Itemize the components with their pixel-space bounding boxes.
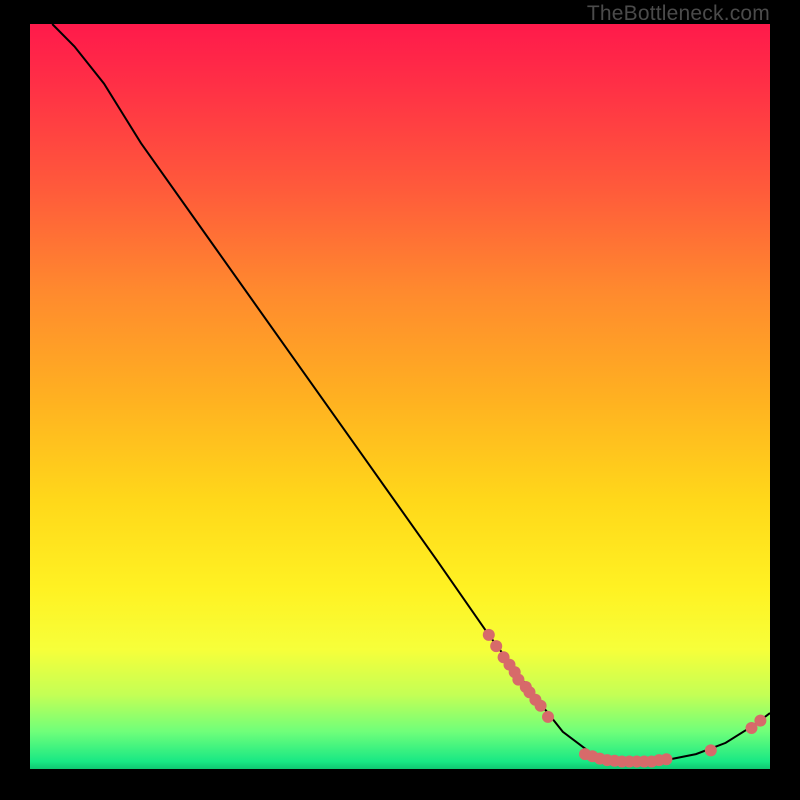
data-point [535, 700, 547, 712]
bottleneck-curve [52, 24, 770, 762]
data-point [542, 711, 554, 723]
chart-svg [30, 24, 770, 769]
data-point [754, 715, 766, 727]
chart-stage: TheBottleneck.com [0, 0, 800, 800]
data-point [705, 744, 717, 756]
chart-plot-area [30, 24, 770, 769]
watermark-text: TheBottleneck.com [587, 2, 770, 26]
data-point [483, 629, 495, 641]
data-points-group [483, 629, 767, 768]
data-point [490, 640, 502, 652]
data-point [660, 753, 672, 765]
